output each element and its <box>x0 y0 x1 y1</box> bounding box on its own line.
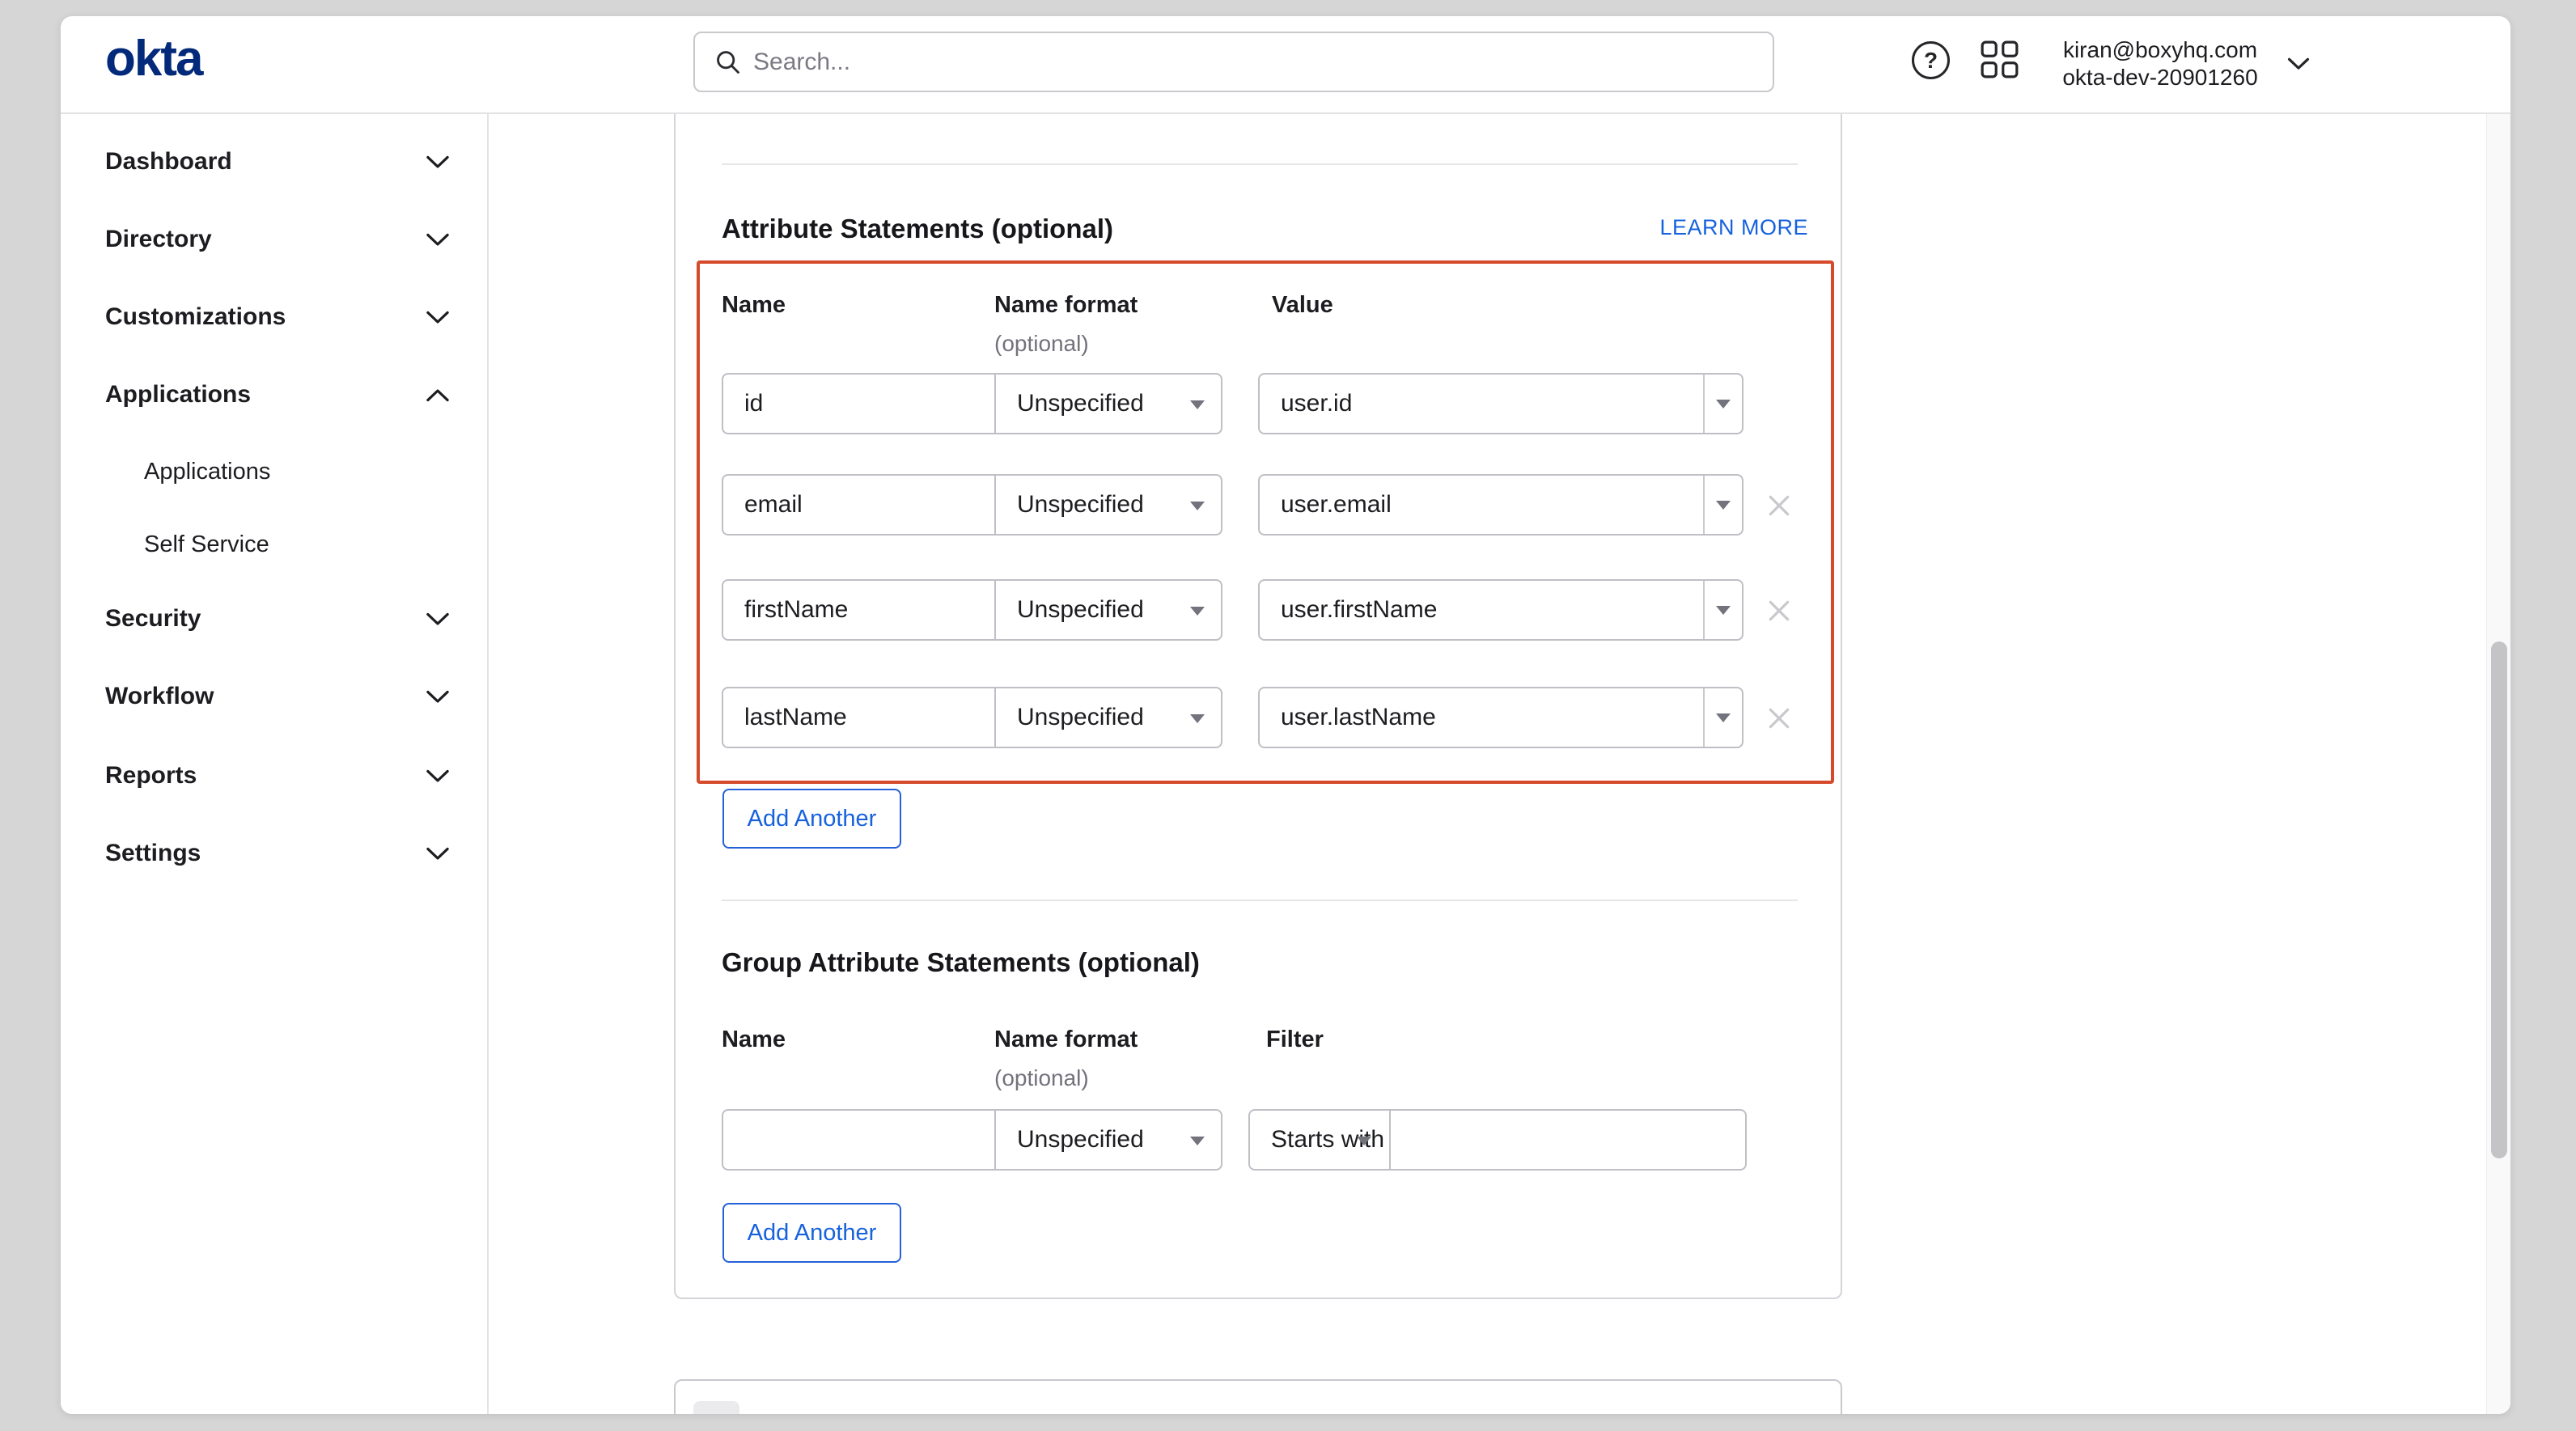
dropdown-caret-icon <box>1190 607 1205 616</box>
dropdown-caret-icon <box>1190 1137 1205 1145</box>
dropdown-caret-icon <box>1190 502 1205 510</box>
column-header-name-format: Name format <box>994 1027 1138 1053</box>
add-another-attribute-button[interactable]: Add Another <box>722 789 901 849</box>
apps-grid-button[interactable] <box>1981 40 2019 78</box>
delete-row-icon[interactable] <box>1766 493 1792 519</box>
sidebar-item-applications[interactable]: Applications <box>61 377 487 413</box>
user-email: kiran@boxyhq.com <box>2047 36 2273 64</box>
column-header-name-format: Name format <box>994 292 1138 319</box>
question-mark-icon: ? <box>1924 48 1938 74</box>
attribute-value-input[interactable] <box>1260 476 1703 534</box>
chevron-down-icon <box>426 690 450 704</box>
column-header-filter: Filter <box>1266 1027 1324 1053</box>
column-note-optional: (optional) <box>994 1065 1089 1091</box>
attribute-name-field[interactable] <box>723 688 996 747</box>
dropdown-caret-icon <box>1716 713 1731 722</box>
dropdown-caret-icon <box>1190 400 1205 409</box>
next-section-card <box>674 1379 1842 1414</box>
attribute-name-field[interactable] <box>723 476 996 534</box>
group-name-field[interactable] <box>723 1111 996 1169</box>
org-name: okta-dev-20901260 <box>2047 64 2273 91</box>
scrollbar-thumb[interactable] <box>2491 641 2507 1158</box>
dropdown-caret-icon <box>1190 714 1205 723</box>
attribute-name-input[interactable] <box>723 491 994 519</box>
column-note-optional: (optional) <box>994 331 1089 357</box>
chevron-down-icon <box>426 311 450 324</box>
search-box[interactable] <box>693 32 1774 92</box>
name-format-select[interactable]: Unspecified <box>996 688 1221 747</box>
okta-logo: okta <box>105 31 201 87</box>
name-format-select[interactable]: Unspecified <box>996 581 1221 639</box>
dropdown-caret-icon <box>1716 501 1731 510</box>
sidebar-item-security[interactable]: Security <box>61 601 487 637</box>
chevron-down-icon <box>426 847 450 861</box>
sidebar: Dashboard Directory Customizations Appli… <box>61 114 487 1414</box>
attribute-name-field[interactable] <box>723 375 996 433</box>
attribute-value-input[interactable] <box>1260 581 1703 639</box>
sidebar-subitem-applications[interactable]: Applications <box>61 454 487 489</box>
delete-row-icon[interactable] <box>1766 705 1792 731</box>
sidebar-item-reports[interactable]: Reports <box>61 758 487 794</box>
attribute-name-input[interactable] <box>723 596 994 624</box>
add-another-group-attribute-button[interactable]: Add Another <box>722 1203 901 1263</box>
name-format-select[interactable]: Unspecified <box>996 375 1221 433</box>
group-name-input[interactable] <box>723 1126 994 1154</box>
attribute-name-input[interactable] <box>723 704 994 731</box>
dropdown-caret-icon <box>1716 400 1731 409</box>
value-dropdown-button[interactable] <box>1703 688 1742 747</box>
sidebar-subitem-self-service[interactable]: Self Service <box>61 527 487 562</box>
chevron-down-icon <box>426 769 450 783</box>
attribute-value-input[interactable] <box>1260 688 1703 747</box>
sidebar-item-dashboard[interactable]: Dashboard <box>61 144 487 180</box>
chevron-down-icon <box>426 612 450 626</box>
admin-console-window: okta ? kiran@boxyhq.com okta-dev-2090126… <box>61 16 2510 1414</box>
attribute-name-field[interactable] <box>723 581 996 639</box>
delete-row-icon[interactable] <box>1766 598 1792 624</box>
dropdown-caret-icon <box>1716 606 1731 615</box>
sidebar-item-workflow[interactable]: Workflow <box>61 679 487 714</box>
filter-value-input[interactable] <box>1391 1111 1745 1169</box>
sidebar-item-customizations[interactable]: Customizations <box>61 299 487 335</box>
search-input[interactable] <box>753 49 1724 76</box>
column-header-value: Value <box>1272 292 1333 319</box>
user-menu-chevron-down-icon[interactable] <box>2287 57 2310 70</box>
saml-settings-card: Attribute Statements (optional) LEARN MO… <box>674 114 1842 1299</box>
dropdown-caret-icon <box>1357 1137 1371 1145</box>
sidebar-item-directory[interactable]: Directory <box>61 222 487 257</box>
attribute-statements-title: Attribute Statements (optional) <box>722 214 1113 244</box>
scrollbar-track[interactable] <box>2486 114 2510 1414</box>
section-divider <box>722 163 1798 165</box>
column-header-name: Name <box>722 1027 786 1053</box>
search-icon <box>714 49 742 76</box>
column-header-name: Name <box>722 292 786 319</box>
value-dropdown-button[interactable] <box>1703 476 1742 534</box>
sidebar-item-settings[interactable]: Settings <box>61 836 487 871</box>
attribute-name-input[interactable] <box>723 390 994 417</box>
group-attribute-statements-title: Group Attribute Statements (optional) <box>722 947 1200 978</box>
name-format-select[interactable]: Unspecified <box>996 476 1221 534</box>
group-name-format-select[interactable]: Unspecified <box>996 1111 1221 1169</box>
main-content: Attribute Statements (optional) LEARN MO… <box>489 114 2486 1414</box>
user-menu[interactable]: kiran@boxyhq.com okta-dev-20901260 <box>2047 36 2273 91</box>
value-dropdown-button[interactable] <box>1703 581 1742 639</box>
chevron-up-icon <box>426 388 450 402</box>
value-dropdown-button[interactable] <box>1703 375 1742 433</box>
chevron-down-icon <box>426 155 450 169</box>
filter-type-select[interactable]: Starts with <box>1250 1111 1391 1169</box>
section-divider <box>722 900 1798 901</box>
app-logo-placeholder <box>693 1401 739 1414</box>
attribute-value-input[interactable] <box>1260 375 1703 433</box>
help-button[interactable]: ? <box>1912 41 1950 79</box>
apps-grid-icon <box>1981 40 2019 78</box>
chevron-down-icon <box>426 233 450 247</box>
learn-more-link[interactable]: LEARN MORE <box>1659 215 1808 240</box>
